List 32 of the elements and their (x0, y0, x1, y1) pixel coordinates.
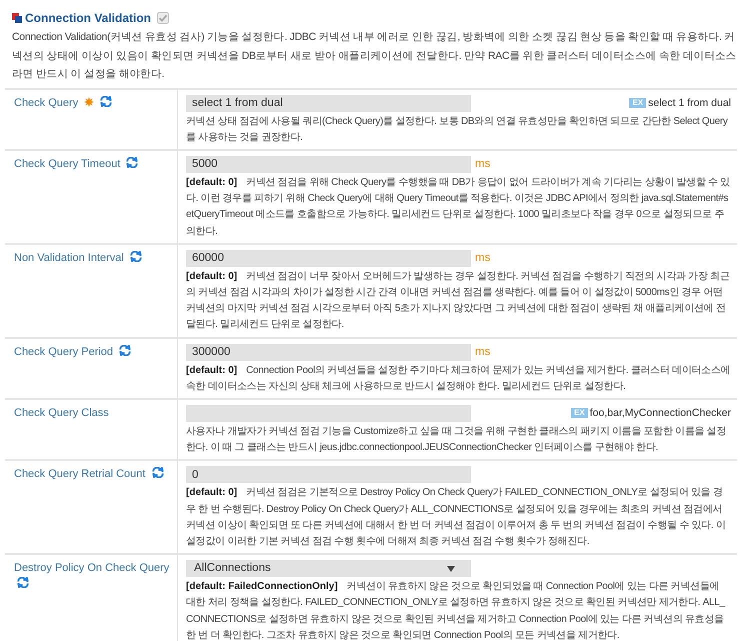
setting-label: Check Query Class (14, 406, 109, 419)
section-description: Connection Validation(커넥션 유효성 검사) 기능을 설정한다. JDBC 커넥션 내부 에러로 인한 끊김, 방화벽에 의한 소켓 끊김 현상 등을 확인할 때 유용하다. 커넥션의 상태에 이상이 있음이 확인되면 커넥션을 DB로부터 새로 받아 애플리케이션에 전달한다. 만약 RAC를 위한 클러스터 데이터소스에 속한 데이터소스라면 반드시 이 설정을 해야한다. (11, 30, 737, 82)
unit-label: ms (475, 346, 490, 358)
setting-label: Check Query Retrial Count (14, 468, 146, 480)
setting-label: Check Query Period (14, 346, 114, 358)
example-badge: EX (629, 98, 646, 108)
input-field[interactable]: 5000 (186, 156, 471, 173)
setting-description: 커넥션 상태 점검에 사용될 쿼리(Check Query)를 설정한다. 보통 DB와의 연결 유효성만을 확인하면 되므로 간단한 Select Query를 사용하는 것을 권장한다. (186, 114, 729, 145)
input-field[interactable]: 60000 (186, 250, 471, 267)
input-field[interactable]: 0 (186, 466, 471, 484)
setting-label: Check Query (14, 96, 78, 108)
section-title: Connection Validation (25, 11, 152, 25)
setting-description: [default: 0] 커넥션 점검이 너무 잦아서 오버헤드가 발생하는 경우 설정한다. 커넥션 점검을 수행하기 직전의 시각과 가장 최근의 커넥션 점검 시각과의 차이가 설정한 시간 간격 이내면 커넥션 점검를 생략한다. 예를 들어 이 설정값이 5000ms인 경우 어떤 커넥션의 마지막 커넥션 점검 시각으로부터 아직 5초가 지나지 않았다면 그 커넥션에 대한 점검이 생략된 채 애플리케이션에 전달된다. 밀리세컨드 단위로 설정한다. (186, 270, 730, 332)
setting-label: Destroy Policy On Check Query (14, 562, 170, 574)
example-text: foo,bar,MyConnectionChecker (590, 407, 731, 420)
example-badge: EX (571, 408, 588, 418)
setting-label: Non Validation Interval (14, 252, 124, 264)
input-field[interactable]: 300000 (186, 344, 471, 361)
unit-label: ms (475, 252, 490, 264)
caret-icon (447, 566, 455, 572)
setting-description: [default: FailedConnectionOnly] 커넥션이 유효하지 않은 것으로 확인되었을 때 Connection Pool에 있는 다른 커넥션들에 대한 처리 정책을 설정한다. FAILED_CONNECTION_ONLY로 설정하면 유효하지 않은 것으로 확인된 커넥션만 제거한다. ALL_CONNECTIONS로 설정하면 유효하지 않은 것으로 확인된 커넥션을 제거하고 Connection Pool에 있는 다른 커넥션의 유효성을 한 번 더 확인한다. 그조차 유효하지 않은 것으로 확인되면 Connection Pool의 모든 커넥션을 제거한다. (186, 580, 726, 641)
input-field[interactable] (186, 404, 471, 422)
unit-label: ms (475, 158, 490, 170)
section-icon (12, 13, 22, 23)
policy-dropdown[interactable]: AllConnections (186, 560, 471, 578)
setting-description: [default: 0] 커넥션 점검을 위해 Check Query를 수행했을 때 DB가 응답이 없어 드라이버가 계속 기다리는 상황이 발생할 수 있다. 이런 경우를 피하기 위해 Check Query에 대해 Query Timeout를 적용한다. 이것은 JDBC API에서 정의한 java.sql.Statement#setQueryTimeout 메소드를 호출함으로 가능하다. 밀리세컨드 단위로 설정한다. 1000 밀리초보다 작을 경우 0으로 설정되므로 주의한다. (186, 176, 731, 239)
input-field[interactable]: select 1 from dual (186, 94, 471, 112)
setting-label: Check Query Timeout (14, 158, 120, 170)
example-text: select 1 from dual (648, 97, 731, 109)
setting-description: [default: 0] 커넥션 점검은 기본적으로 Destroy Policy On Check Query가 FAILED_CONNECTION_ONLY로 설정되어 있을 경우 한 번 수행된다. Destroy Policy On Check Query가 ALL_CONNECTIONS로 설정되어 있을 경우에는 최초의 커넥션 점검에서 커넥션 이상이 확인되면 또 다른 커넥션에 대해서 한 번 더 커넥션 점검이 이루어져 총 두 번의 커넥션 점검이 수행될 수 있다. 이 설정값이 이러한 기본 커넥션 점검 수행 횟수에 더해져 최종 커넥션 점검 수행 횟수가 정해진다. (186, 486, 727, 549)
setting-description: 사용자나 개발자가 커넥션 점검 기능을 Customize하고 싶을 때 그것을 위해 구현한 클래스의 패키지 이름을 포함한 이름을 설정한다. 이 때 그 클래스는 반드시 jeus.jdbc.connectionpool.JEUSConnectionChecker 인터페이스를 구현해야 한다. (186, 424, 728, 456)
setting-description: [default: 0] Connection Pool의 커넥션들을 설정한 주기마다 체크하여 문제가 있는 커넥션을 제거한다. 클러스터 데이터소스에 속한 데이터소스는 자신의 상태 체크에 사용하므로 반드시 설정해야 한다. 밀리세컨드 단위로 설정한다. (186, 364, 731, 394)
